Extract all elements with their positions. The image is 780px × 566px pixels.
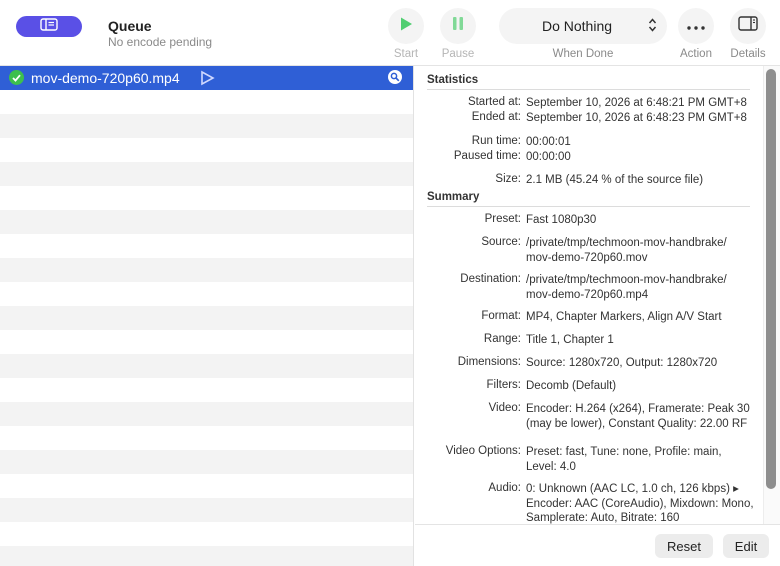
paused-value: 00:00:00 — [526, 151, 571, 163]
window-subtitle: No encode pending — [108, 35, 213, 49]
start-label: Start — [393, 48, 419, 60]
destination-value: /private/tmp/techmoon-mov-handbrake/ mov… — [526, 274, 727, 301]
video-value: Encoder: H.264 (x264), Framerate: Peak 3… — [526, 403, 750, 430]
queue-empty-row — [0, 426, 413, 450]
edit-button[interactable]: Edit — [723, 534, 769, 558]
range-label: Range: — [483, 333, 521, 345]
queue-empty-row — [0, 90, 413, 114]
ended-label: Ended at: — [471, 111, 521, 123]
sidebar-toggle-button[interactable] — [16, 16, 82, 37]
when-done-select[interactable]: Do Nothing — [499, 8, 667, 44]
destination-label: Destination: — [460, 273, 521, 285]
size-value: 2.1 MB (45.24 % of the source file) — [526, 174, 704, 186]
details-footer: Reset Edit — [415, 524, 780, 566]
audio-label: Audio: — [488, 482, 521, 494]
queue-list[interactable]: mov-demo-720p60.mp4 — [0, 66, 414, 566]
pause-icon — [452, 16, 464, 36]
filters-label: Filters: — [486, 379, 522, 391]
section-divider — [427, 206, 750, 207]
toolbar: Queue No encode pending Start Pause Do N… — [0, 0, 780, 66]
started-label: Started at: — [467, 96, 521, 108]
scrollbar-thumb[interactable] — [766, 69, 776, 489]
dimensions-value: Source: 1280x720, Output: 1280x720 — [526, 357, 718, 369]
magnifier-icon[interactable] — [388, 70, 402, 84]
queue-empty-row — [0, 522, 413, 546]
queue-empty-row — [0, 450, 413, 474]
queue-empty-row — [0, 282, 413, 306]
source-label: Source: — [481, 236, 521, 248]
runtime-label: Run time: — [471, 135, 521, 147]
started-value: September 10, 2026 at 6:48:21 PM GMT+8 — [526, 97, 747, 109]
runtime-value: 00:00:01 — [526, 136, 571, 148]
queue-empty-row — [0, 234, 413, 258]
job-name: mov-demo-720p60.mp4 — [31, 70, 180, 86]
play-icon — [399, 16, 413, 37]
sidebar-right-icon — [738, 16, 758, 36]
preset-label: Preset: — [484, 213, 521, 225]
video-options-value: Preset: fast, Tune: none, Profile: main,… — [526, 446, 722, 473]
sidebar-left-icon — [40, 17, 58, 36]
when-done-label: When Done — [552, 48, 614, 60]
queue-empty-row — [0, 258, 413, 282]
ended-value: September 10, 2026 at 6:48:23 PM GMT+8 — [526, 112, 747, 124]
action-button[interactable] — [678, 8, 714, 44]
format-value: MP4, Chapter Markers, Align A/V Start — [526, 311, 722, 323]
start-button[interactable] — [388, 8, 424, 44]
queue-empty-row — [0, 138, 413, 162]
queue-empty-row — [0, 546, 413, 566]
checkmark-icon — [9, 70, 24, 85]
queue-empty-row — [0, 354, 413, 378]
section-divider — [427, 89, 750, 90]
queue-job-row[interactable]: mov-demo-720p60.mp4 — [0, 66, 413, 91]
window-title: Queue — [108, 18, 152, 34]
queue-empty-row — [0, 114, 413, 138]
queue-empty-row — [0, 378, 413, 402]
when-done-value: Do Nothing — [541, 18, 613, 34]
paused-label: Paused time: — [453, 150, 521, 162]
details-button[interactable] — [730, 8, 766, 44]
details-scroll-area[interactable]: Statistics Started at: September 10, 202… — [415, 66, 765, 524]
pause-label: Pause — [441, 48, 475, 60]
summary-heading: Summary — [427, 191, 480, 203]
queue-empty-row — [0, 186, 413, 210]
queue-empty-row — [0, 210, 413, 234]
reset-button[interactable]: Reset — [655, 534, 713, 558]
video-options-label: Video Options: — [445, 445, 521, 457]
preset-value: Fast 1080p30 — [526, 214, 597, 226]
queue-empty-row — [0, 162, 413, 186]
mouse-pointer-icon — [199, 70, 215, 91]
queue-empty-row — [0, 474, 413, 498]
queue-empty-row — [0, 402, 413, 426]
action-label: Action — [680, 48, 712, 60]
ellipsis-icon — [687, 17, 705, 35]
source-value: /private/tmp/techmoon-mov-handbrake/ mov… — [526, 237, 727, 264]
range-value: Title 1, Chapter 1 — [526, 334, 614, 346]
pause-button[interactable] — [440, 8, 476, 44]
details-label: Details — [730, 48, 766, 60]
audio-value: 0: Unknown (AAC LC, 1.0 ch, 126 kbps) ▸ … — [526, 483, 754, 524]
queue-empty-row — [0, 330, 413, 354]
video-label: Video: — [488, 402, 521, 414]
details-panel: Statistics Started at: September 10, 202… — [415, 66, 780, 566]
filters-value: Decomb (Default) — [526, 380, 617, 392]
size-label: Size: — [495, 173, 521, 185]
dimensions-label: Dimensions: — [457, 356, 521, 368]
format-label: Format: — [481, 310, 521, 322]
statistics-heading: Statistics — [427, 74, 479, 86]
queue-empty-row — [0, 498, 413, 522]
chevron-updown-icon — [648, 17, 657, 38]
queue-empty-row — [0, 306, 413, 330]
